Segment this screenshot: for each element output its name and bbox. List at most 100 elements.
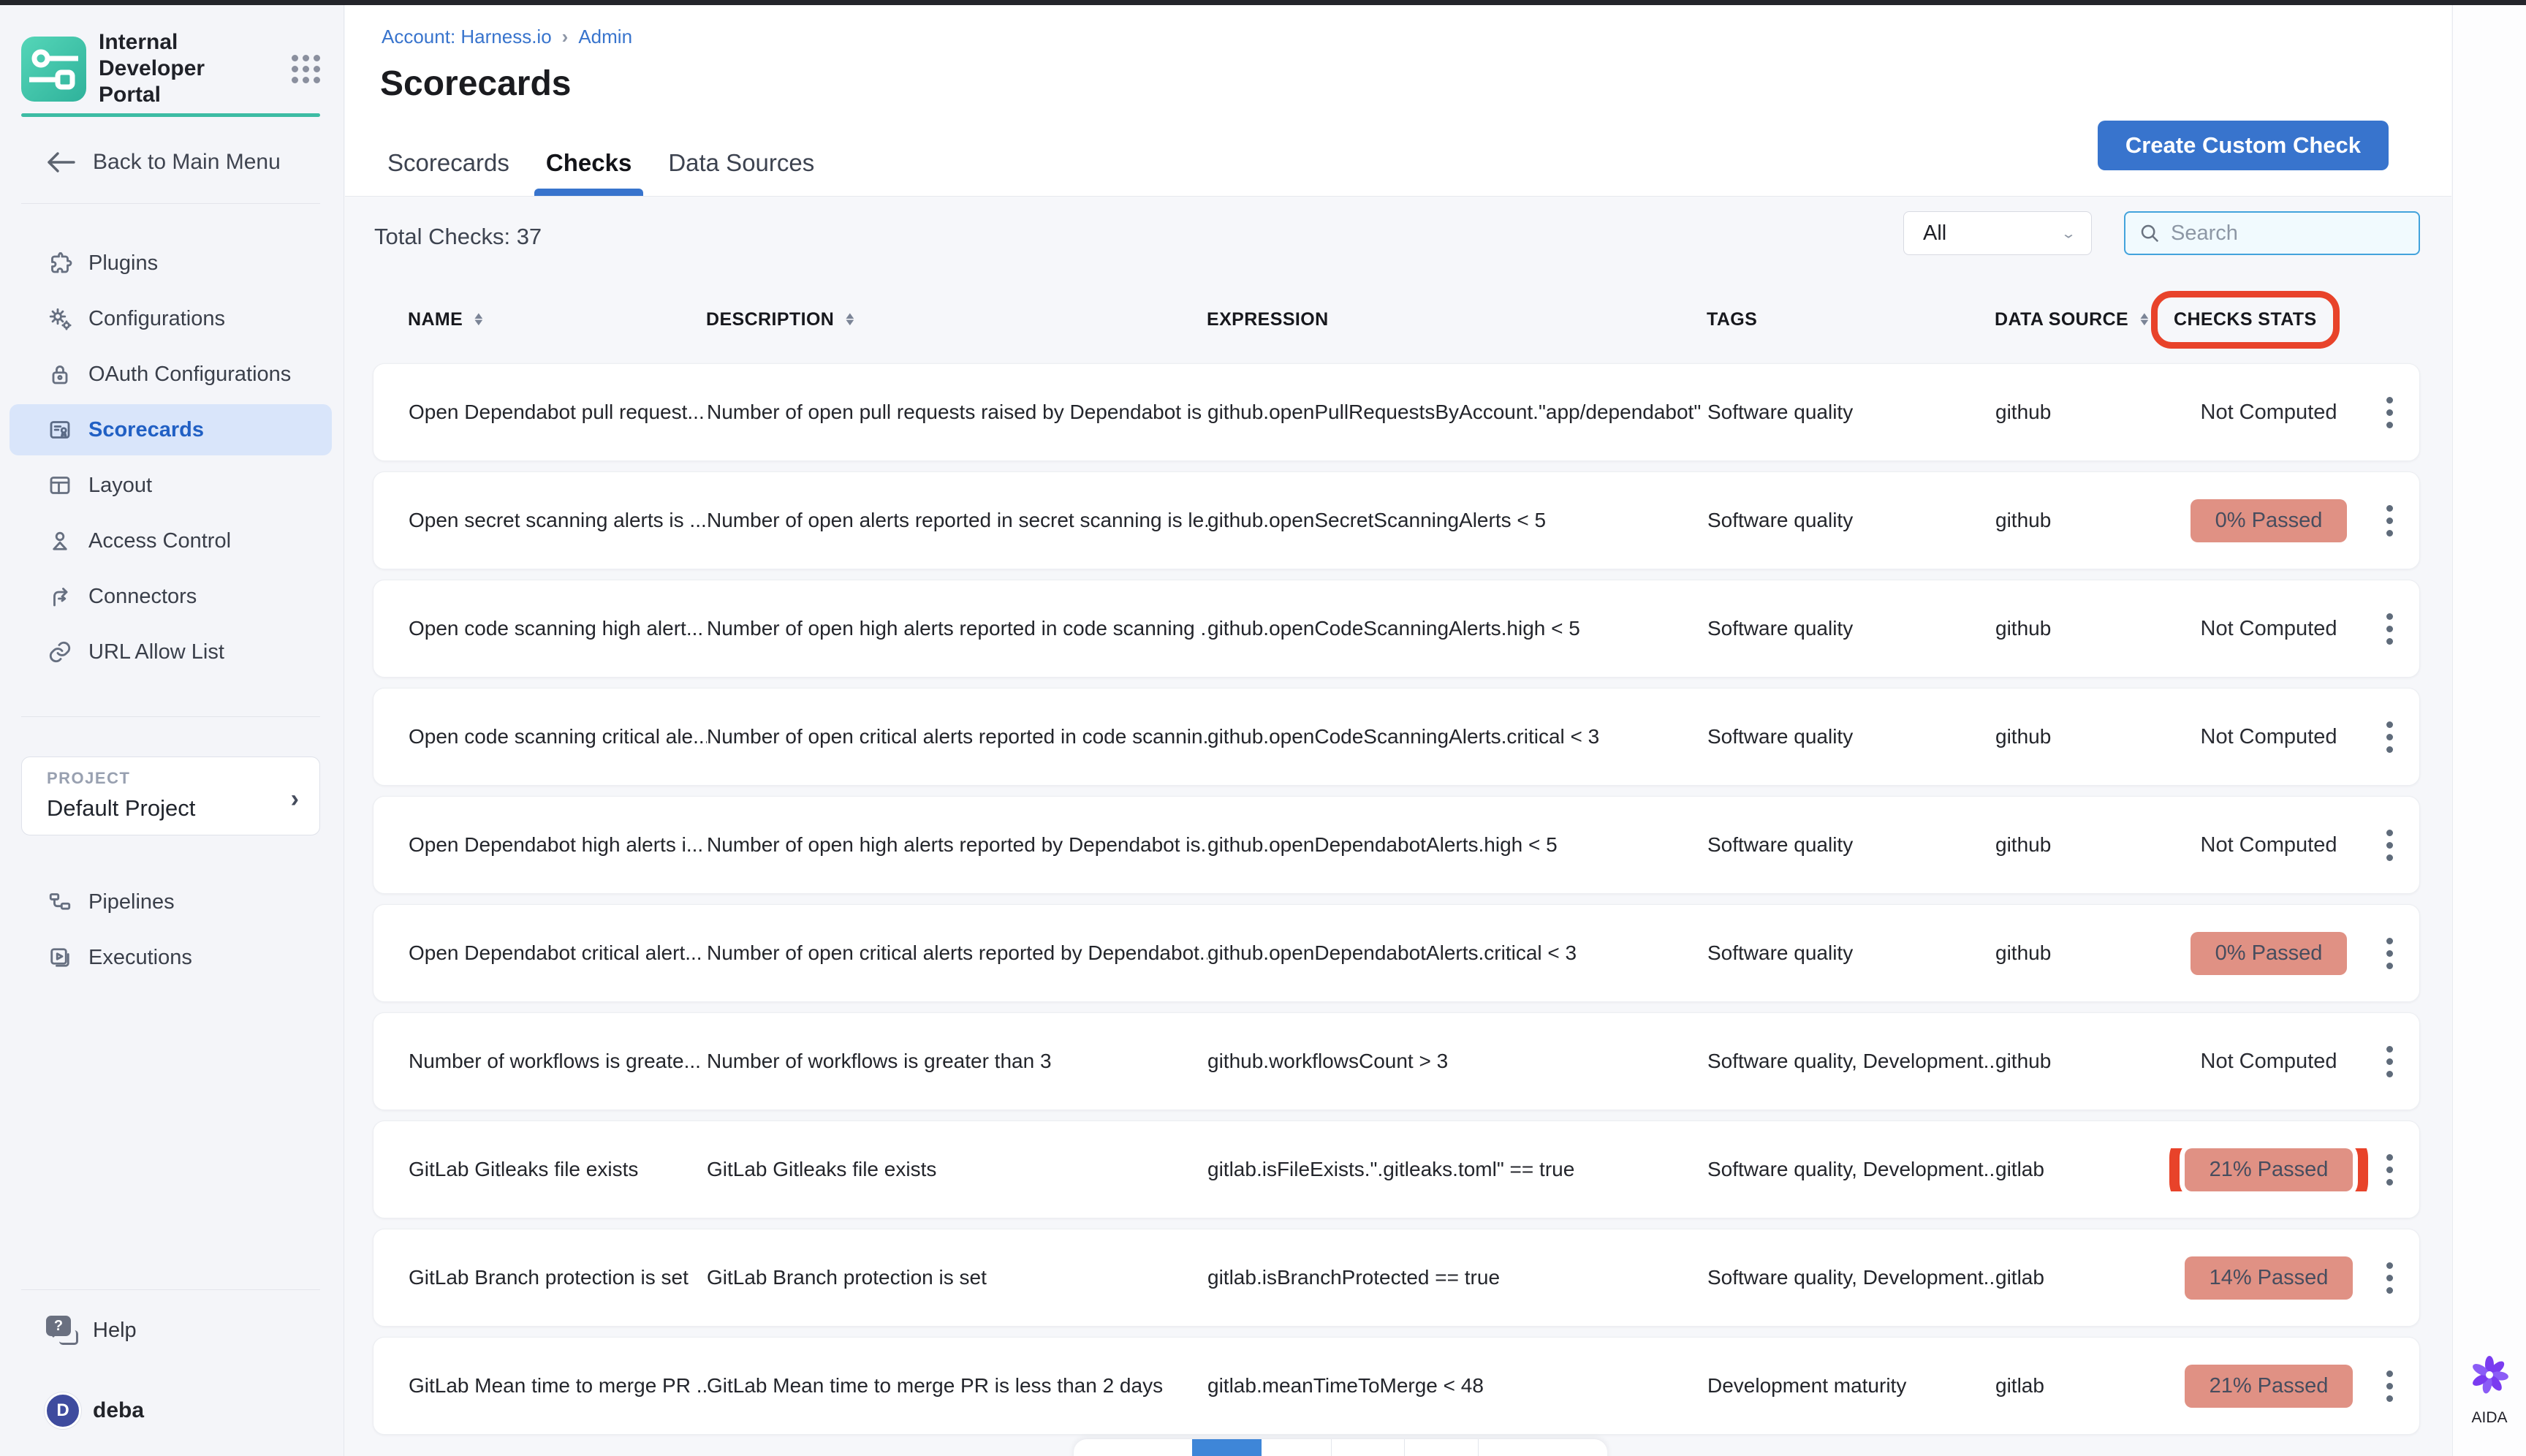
help-icon: ? xyxy=(46,1316,78,1345)
table-header-row: NAME ▲▼ DESCRIPTION ▲▼ EXPRESSION TAGS D… xyxy=(373,294,2420,345)
table-row: Open Dependabot critical alert... Number… xyxy=(373,904,2420,1002)
sidebar-item-connectors[interactable]: Connectors xyxy=(10,571,332,622)
row-menu-button[interactable] xyxy=(2379,714,2400,760)
check-expression: github.openSecretScanningAlerts < 5 xyxy=(1207,509,1707,532)
row-menu-button[interactable] xyxy=(2379,390,2400,436)
sort-icon[interactable]: ▲▼ xyxy=(2139,313,2150,326)
check-description: Number of open high alerts reported in c… xyxy=(707,617,1207,640)
check-description: GitLab Branch protection is set xyxy=(707,1266,1207,1289)
create-custom-check-button[interactable]: Create Custom Check xyxy=(2098,121,2389,170)
sort-icon[interactable]: ▲▼ xyxy=(844,313,856,326)
tab-data-sources[interactable]: Data Sources xyxy=(668,149,814,196)
breadcrumb-separator-icon: › xyxy=(562,26,569,48)
check-description: GitLab Mean time to merge PR is less tha… xyxy=(707,1374,1207,1398)
check-expression: github.openCodeScanningAlerts.critical <… xyxy=(1207,725,1707,748)
pagination-active-page[interactable] xyxy=(1192,1439,1262,1456)
pipelines-icon xyxy=(46,888,74,916)
column-header-description[interactable]: DESCRIPTION ▲▼ xyxy=(706,309,1207,330)
divider xyxy=(21,1289,320,1290)
check-data-source: github xyxy=(1995,725,2168,748)
app-switcher-icon[interactable] xyxy=(292,55,320,83)
sort-icon[interactable]: ▲▼ xyxy=(473,313,485,326)
tab-scorecards[interactable]: Scorecards xyxy=(387,149,509,196)
back-to-main-menu[interactable]: Back to Main Menu xyxy=(46,150,281,175)
sidebar-item-access-control[interactable]: Access Control xyxy=(10,515,332,566)
check-data-source: github xyxy=(1995,941,2168,965)
check-name: Open secret scanning alerts is ... xyxy=(409,509,707,532)
sidebar-item-layout[interactable]: Layout xyxy=(10,460,332,511)
scorecard-icon xyxy=(46,416,74,444)
check-tags: Software quality, Development... xyxy=(1707,1158,1995,1181)
check-data-source: gitlab xyxy=(1995,1374,2168,1398)
search-input[interactable] xyxy=(2171,221,2405,246)
sidebar-item-scorecards[interactable]: Scorecards xyxy=(10,404,332,455)
column-header-name[interactable]: NAME ▲▼ xyxy=(408,309,706,330)
main-area: Account: Harness.io › Admin Scorecards S… xyxy=(345,5,2451,1456)
row-menu-button[interactable] xyxy=(2379,1363,2400,1409)
check-name: Number of workflows is greate... xyxy=(409,1050,707,1073)
aida-assistant-button[interactable]: AIDA xyxy=(2453,1351,2526,1427)
check-expression: github.workflowsCount > 3 xyxy=(1207,1050,1707,1073)
check-name: GitLab Branch protection is set xyxy=(409,1266,707,1289)
column-header-checks-stats: CHECKS STATS xyxy=(2167,303,2369,337)
check-expression: github.openPullRequestsByAccount."app/de… xyxy=(1207,401,1707,424)
sidebar-item-plugins[interactable]: Plugins xyxy=(10,238,332,289)
sidebar-item-configurations[interactable]: Configurations xyxy=(10,293,332,344)
check-expression: gitlab.isFileExists.".gitleaks.toml" == … xyxy=(1207,1158,1707,1181)
sidebar: Internal Developer Portal Back to Main M… xyxy=(0,5,344,1456)
check-stats-value: Not Computed xyxy=(2201,833,2337,857)
check-stats-value: 14% Passed xyxy=(2185,1256,2354,1300)
check-description: Number of open critical alerts reported … xyxy=(707,941,1207,965)
aida-icon xyxy=(2466,1351,2513,1398)
row-menu-button[interactable] xyxy=(2379,606,2400,652)
page-header: Account: Harness.io › Admin Scorecards S… xyxy=(345,5,2451,197)
idp-logo xyxy=(21,37,86,102)
row-menu-button[interactable] xyxy=(2379,1147,2400,1193)
row-menu-button[interactable] xyxy=(2379,1255,2400,1301)
row-menu-button[interactable] xyxy=(2379,498,2400,544)
connectors-icon xyxy=(46,583,74,610)
help-button[interactable]: ? Help xyxy=(46,1316,137,1345)
user-menu[interactable]: D deba xyxy=(45,1392,144,1429)
right-rail: AIDA xyxy=(2452,5,2526,1456)
pagination xyxy=(1074,1439,1607,1456)
sidebar-item-oauth-configurations[interactable]: OAuth Configurations xyxy=(10,349,332,400)
row-menu-button[interactable] xyxy=(2379,822,2400,868)
total-checks-count: Total Checks: 37 xyxy=(374,224,542,250)
check-tags: Software quality xyxy=(1707,617,1995,640)
sidebar-item-pipelines[interactable]: Pipelines xyxy=(10,876,332,928)
window-top-edge xyxy=(0,0,2526,5)
check-expression: github.openCodeScanningAlerts.high < 5 xyxy=(1207,617,1707,640)
table-row: GitLab Gitleaks file exists GitLab Gitle… xyxy=(373,1121,2420,1218)
tab-checks[interactable]: Checks xyxy=(546,149,632,196)
breadcrumb-admin-link[interactable]: Admin xyxy=(578,26,632,48)
back-arrow-icon xyxy=(46,151,77,174)
check-description: Number of open alerts reported in secret… xyxy=(707,509,1207,532)
row-menu-button[interactable] xyxy=(2379,930,2400,977)
link-icon xyxy=(46,638,74,666)
sidebar-item-executions[interactable]: Executions xyxy=(10,932,332,983)
gears-icon xyxy=(46,305,74,333)
check-tags: Software quality, Development... xyxy=(1707,1050,1995,1073)
row-menu-button[interactable] xyxy=(2379,1039,2400,1085)
brand-divider xyxy=(21,113,320,117)
table-row: Open code scanning critical ale... Numbe… xyxy=(373,688,2420,786)
chevron-right-icon: › xyxy=(291,785,299,814)
avatar: D xyxy=(45,1392,81,1429)
check-data-source: gitlab xyxy=(1995,1158,2168,1181)
filter-dropdown[interactable]: All ⌄ xyxy=(1903,211,2092,255)
column-header-data-source[interactable]: DATA SOURCE ▲▼ xyxy=(1995,309,2167,330)
lock-icon xyxy=(46,360,74,388)
check-description: Number of workflows is greater than 3 xyxy=(707,1050,1207,1073)
check-name: Open Dependabot high alerts i... xyxy=(409,833,707,857)
check-expression: github.openDependabotAlerts.high < 5 xyxy=(1207,833,1707,857)
table-row: GitLab Mean time to merge PR ... GitLab … xyxy=(373,1337,2420,1435)
divider xyxy=(21,716,320,717)
check-stats-value: 0% Passed xyxy=(2191,499,2348,542)
sidebar-item-url-allow-list[interactable]: URL Allow List xyxy=(10,626,332,678)
project-selector[interactable]: PROJECT Default Project › xyxy=(21,757,320,835)
column-header-tags: TAGS xyxy=(1707,309,1995,330)
breadcrumb-account-link[interactable]: Account: Harness.io xyxy=(382,26,552,48)
check-description: Number of open high alerts reported by D… xyxy=(707,833,1207,857)
table-row: Number of workflows is greate... Number … xyxy=(373,1012,2420,1110)
